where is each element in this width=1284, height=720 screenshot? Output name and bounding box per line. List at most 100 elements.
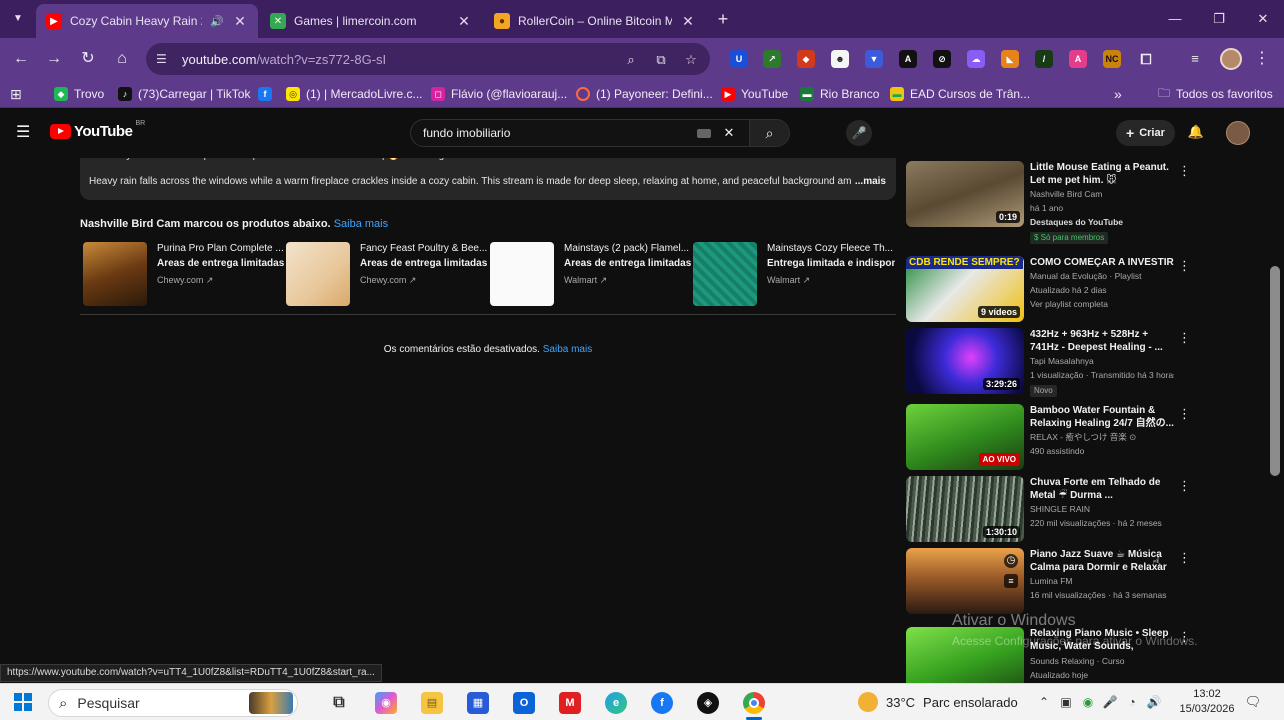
microsoft-store-icon[interactable]: ▦ [467,692,489,714]
product-store-link[interactable]: Walmart ↗ [564,275,607,286]
page-scrollbar[interactable] [1270,266,1280,476]
recommendation-item[interactable]: ◷ ≡ Piano Jazz Suave ☕ Música Calma para… [906,548,1276,616]
app-icon[interactable]: ◈ [697,692,719,714]
all-bookmarks-folder[interactable]: 🗀 Todos os favoritos [1158,85,1273,103]
zoom-icon[interactable]: ⌕ [622,51,640,69]
more-options-icon[interactable]: ⋮ [1178,330,1191,346]
description-more-button[interactable]: ...mais [850,176,886,187]
close-window-button[interactable]: ✕ [1248,8,1278,30]
reload-icon[interactable]: ↻ [77,48,99,70]
product-store-link[interactable]: Chewy.com ↗ [360,275,416,286]
tray-update-icon[interactable]: ◉ [1080,694,1096,710]
copilot-icon[interactable]: ◉ [375,692,397,714]
recommendation-item[interactable]: 3:29:26 432Hz + 963Hz + 528Hz + 741Hz - … [906,328,1276,397]
taskbar-search-box[interactable]: ⌕ Pesquisar [48,689,298,717]
shield-extension-icon[interactable]: U [730,50,748,68]
red-extension-icon[interactable]: ◆ [797,50,815,68]
youtube-search-box[interactable]: fundo imobiliario ✕ ⌕ [410,119,790,147]
create-button[interactable]: + Criar [1116,120,1175,146]
recommendation-item[interactable]: 0:19 Little Mouse Eating a Peanut. Let m… [906,161,1276,244]
notification-center-icon[interactable]: 🗨 [1244,694,1262,710]
system-clock[interactable]: 13:02 15/03/2026 [1178,687,1236,717]
more-options-icon[interactable]: ⋮ [1178,163,1191,179]
chrome-menu-icon[interactable]: ⋮ [1254,48,1270,70]
nc-extension-icon[interactable]: NC [1103,50,1121,68]
video-thumbnail[interactable]: 3:29:26 [906,328,1024,394]
more-options-icon[interactable]: ⋮ [1178,550,1191,566]
video-title[interactable]: Little Mouse Eating a Peanut. Let me pet… [1030,161,1174,187]
playlist-thumbnail[interactable]: CDB RENDE SEMPRE? 9 vídeos [906,256,1024,322]
microphone-icon[interactable]: 🎤 [1102,694,1118,710]
tray-app-icon[interactable]: ▣ [1058,694,1074,710]
restore-button[interactable]: ❐ [1204,8,1234,30]
tab-search-button[interactable]: ▼ [6,8,30,30]
watch-later-clock-icon[interactable]: ◷ [1004,554,1018,568]
recommendation-item[interactable]: 1:30:10 Chuva Forte em Telhado de Metal … [906,476,1276,544]
site-info-icon[interactable]: ☰ [156,52,174,66]
windows-start-icon[interactable] [14,693,32,711]
more-bookmarks-button[interactable]: » [1114,85,1122,103]
cloud-extension-icon[interactable]: ☁ [967,50,985,68]
add-to-queue-icon[interactable]: ≡ [1004,574,1018,588]
bookmark-payoneer[interactable]: (1) Payoneer: Defini... [576,85,713,103]
youtube-logo[interactable]: YouTube BR [50,120,145,140]
back-arrow-icon[interactable]: ← [10,48,32,70]
comments-learn-more-link[interactable]: Saiba mais [543,344,592,355]
youtube-account-avatar[interactable] [1226,121,1250,145]
video-title[interactable]: Bamboo Water Fountain & Relaxing Healing… [1030,404,1174,430]
profile-avatar[interactable] [1220,48,1242,70]
edge-icon[interactable]: e [605,692,627,714]
recommendation-item[interactable]: CDB RENDE SEMPRE? 9 vídeos COMO COMEÇAR … [906,256,1276,324]
view-playlist-link[interactable]: Ver playlist completa [1030,297,1174,311]
tab-limercoin[interactable]: ✕ Games | limercoin.com ✕ [260,4,482,38]
product-card[interactable]: Mainstays Cozy Fleece Th... Entrega limi… [693,242,895,306]
wifi-icon[interactable]: ◔ [1124,694,1140,710]
video-thumbnail[interactable]: 1:30:10 [906,476,1024,542]
fox-extension-icon[interactable]: ◣ [1001,50,1019,68]
search-button[interactable]: ⌕ [749,120,789,146]
file-explorer-icon[interactable]: ▤ [421,692,443,714]
clear-search-icon[interactable]: ✕ [719,125,739,141]
weather-widget[interactable]: 33°C Parc ensolarado [858,692,1018,712]
outlook-icon[interactable]: O [513,692,535,714]
bookmark-ead-cursos[interactable]: ▬ EAD Cursos de Trân... [890,85,1030,103]
task-view-icon[interactable]: ⧉ [328,692,350,714]
chrome-icon[interactable] [743,692,765,714]
channel-name[interactable]: Tapi Masalahnya [1030,354,1174,368]
forward-arrow-icon[interactable]: → [43,48,65,70]
keyboard-icon[interactable] [697,128,711,138]
bookmark-trovo[interactable]: ◆ Trovo [54,85,104,103]
a-extension-icon[interactable]: A [899,50,917,68]
video-title[interactable]: 432Hz + 963Hz + 528Hz + 741Hz - Deepest … [1030,328,1174,354]
more-options-icon[interactable]: ⋮ [1178,478,1191,494]
tab-cozy-cabin[interactable]: ▶ Cozy Cabin Heavy Rain 2 🔊 ✕ [36,4,258,38]
media-queue-icon[interactable]: ≡ [1186,50,1204,68]
video-thumbnail[interactable]: ◷ ≡ [906,548,1024,614]
pin-extension-icon[interactable]: ⊘ [933,50,951,68]
bookmark-youtube[interactable]: ▶ YouTube [721,85,788,103]
bookmark-star-icon[interactable]: ☆ [682,51,700,69]
close-tab-icon[interactable]: ✕ [232,13,248,30]
close-tab-icon[interactable]: ✕ [680,13,696,30]
channel-name[interactable]: Sounds Relaxing · Curso [1030,654,1174,668]
product-card[interactable]: Mainstays (2 pack) Flamel... Áreas de en… [490,242,691,306]
menu-hamburger-icon[interactable]: ☰ [16,124,34,142]
adobe-extension-icon[interactable]: A [1069,50,1087,68]
audio-playing-icon[interactable]: 🔊 [210,15,224,28]
home-icon[interactable]: ⌂ [111,48,133,70]
products-learn-more-link[interactable]: Saiba mais [334,218,388,230]
video-thumbnail[interactable]: 0:19 [906,161,1024,227]
video-thumbnail[interactable]: AO VIVO [906,404,1024,470]
facebook-app-icon[interactable]: f [651,692,673,714]
apps-grid-icon[interactable]: ⊞ [10,85,22,103]
product-card[interactable]: Purina Pro Plan Complete ... Áreas de en… [83,242,284,306]
bookmark-facebook[interactable]: f [258,85,272,103]
install-app-icon[interactable]: ⧉ [652,51,670,69]
product-store-link[interactable]: Walmart ↗ [767,275,810,286]
close-tab-icon[interactable]: ✕ [456,13,472,30]
extensions-puzzle-icon[interactable]: ⧠ [1137,50,1155,68]
slash-extension-icon[interactable]: / [1035,50,1053,68]
face-extension-icon[interactable]: ☻ [831,50,849,68]
chart-extension-icon[interactable]: ↗ [763,50,781,68]
product-card[interactable]: Fancy Feast Poultry & Bee... Áreas de en… [286,242,487,306]
